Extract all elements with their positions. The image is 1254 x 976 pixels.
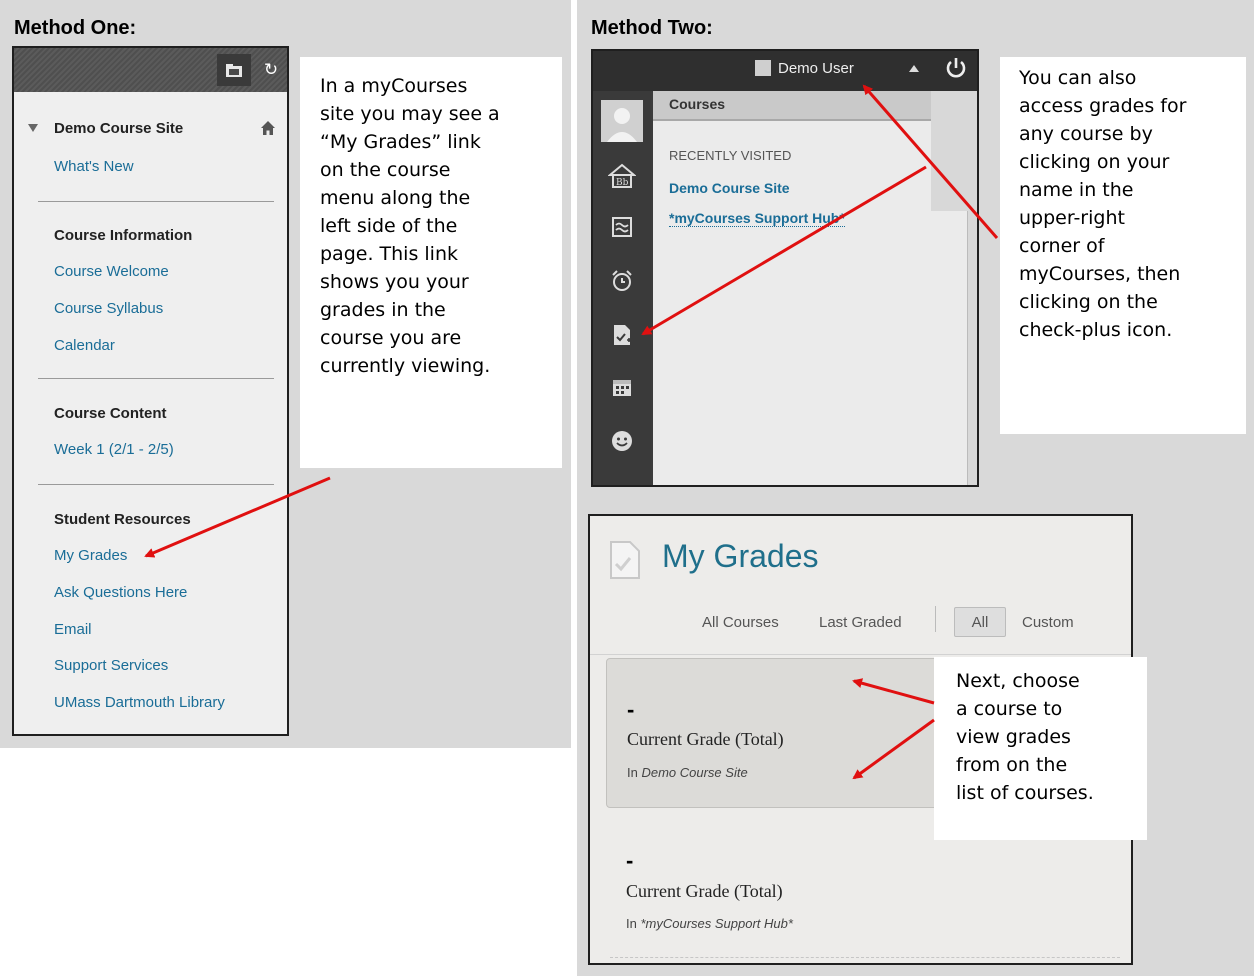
callout-line: site you may see a	[320, 103, 500, 125]
menu-item-whats-new[interactable]: What's New	[54, 158, 134, 175]
profile-avatar-icon[interactable]	[601, 100, 643, 142]
callout-line: corner of	[1019, 235, 1105, 257]
course-menu-toolbar: ↻	[14, 48, 287, 92]
menu-item-ask-questions[interactable]: Ask Questions Here	[54, 584, 187, 601]
callout-line: “My Grades” link	[320, 131, 481, 153]
callout-line: list of courses.	[956, 782, 1094, 804]
callout-line: from on the	[956, 754, 1068, 776]
global-nav-sidebar: Bb	[593, 91, 651, 485]
header-separator	[590, 654, 1131, 655]
grade-score: -	[627, 697, 635, 722]
user-name: Demo User	[778, 60, 854, 77]
logout-power-icon[interactable]	[939, 55, 975, 87]
section-heading-course-information: Course Information	[54, 227, 193, 244]
method-one-callout: In a myCourses site you may see a “My Gr…	[300, 57, 562, 468]
courses-dropdown: Courses RECENTLY VISITED Demo Course Sit…	[653, 91, 933, 485]
callout-line: shows you your	[320, 271, 469, 293]
grade-label: Current Grade (Total)	[626, 881, 783, 901]
grade-course-line: In Demo Course Site	[627, 765, 748, 780]
user-menu-button[interactable]: Demo User	[755, 51, 931, 91]
method-one-title: Method One:	[14, 17, 137, 39]
callout-line: menu along the	[320, 187, 471, 209]
menu-item-course-syllabus[interactable]: Course Syllabus	[54, 300, 163, 317]
dashed-separator	[610, 957, 1120, 958]
callout-line: clicking on your	[1019, 151, 1170, 173]
calendar-icon[interactable]	[601, 376, 643, 404]
next-step-callout: Next, choose a course to view grades fro…	[934, 657, 1147, 840]
grade-course-name: *myCourses Support Hub*	[640, 916, 793, 931]
my-grades-page-icon	[608, 540, 642, 585]
caret-up-icon	[909, 65, 919, 72]
callout-line: access grades for	[1019, 95, 1187, 117]
activity-stream-icon[interactable]	[601, 216, 643, 244]
check-plus-grades-icon[interactable]	[601, 323, 643, 353]
my-grades-title: My Grades	[662, 538, 819, 574]
callout-line: You can also	[1019, 67, 1137, 89]
recently-visited-label: RECENTLY VISITED	[669, 148, 792, 163]
section-heading-course-content: Course Content	[54, 405, 167, 422]
course-name[interactable]: Demo Course Site	[54, 120, 183, 137]
callout-line: page. This link	[320, 243, 459, 265]
callout-line: course you are	[320, 327, 462, 349]
callout-line: currently viewing.	[320, 355, 491, 377]
menu-item-calendar[interactable]: Calendar	[54, 337, 115, 354]
callout-line: name in the	[1019, 179, 1134, 201]
callout-line: clicking on the	[1019, 291, 1158, 313]
page-content-edge	[931, 211, 968, 485]
recent-course-link[interactable]: *myCourses Support Hub*	[669, 210, 845, 227]
alarm-clock-icon[interactable]	[601, 269, 643, 299]
collapse-triangle-icon[interactable]	[28, 124, 38, 132]
smiley-icon[interactable]	[601, 429, 643, 459]
callout-line: on the course	[320, 159, 451, 181]
filter-last-graded[interactable]: Last Graded	[819, 614, 902, 631]
callout-line: myCourses, then	[1019, 263, 1181, 285]
menu-item-support-services[interactable]: Support Services	[54, 657, 168, 674]
callout-line: upper-right	[1019, 207, 1125, 229]
section-heading-student-resources: Student Resources	[54, 511, 191, 528]
callout-line: In a myCourses	[320, 75, 468, 97]
filter-divider	[935, 606, 936, 632]
menu-divider	[38, 201, 274, 202]
method-two-callout: You can also access grades for any cours…	[1000, 57, 1246, 434]
menu-item-my-grades[interactable]: My Grades	[54, 547, 127, 564]
page-background-sliver	[931, 91, 977, 485]
grade-label: Current Grade (Total)	[627, 729, 784, 749]
home-icon[interactable]	[260, 120, 276, 141]
global-nav-screenshot: Demo User Bb Courses RECENTLY VISITED De…	[591, 49, 979, 487]
menu-divider	[38, 484, 274, 485]
filter-all-courses[interactable]: All Courses	[702, 614, 779, 631]
callout-line: check-plus icon.	[1019, 319, 1173, 341]
callout-line: grades in the	[320, 299, 446, 321]
course-menu: ↻ Demo Course Site What's New Course Inf…	[12, 46, 289, 736]
method-two-title: Method Two:	[591, 17, 713, 39]
callout-line: view grades	[956, 726, 1071, 748]
callout-line: Next, choose	[956, 670, 1080, 692]
svg-text:Bb: Bb	[616, 178, 629, 188]
callout-line: left side of the	[320, 215, 458, 237]
callout-line: a course to	[956, 698, 1063, 720]
callout-line: any course by	[1019, 123, 1153, 145]
grade-course-name: Demo Course Site	[641, 765, 748, 780]
menu-item-library[interactable]: UMass Dartmouth Library	[54, 694, 225, 711]
menu-item-email[interactable]: Email	[54, 621, 92, 638]
filter-custom[interactable]: Custom	[1022, 614, 1074, 631]
menu-divider	[38, 378, 274, 379]
recent-course-link[interactable]: Demo Course Site	[669, 180, 790, 196]
grade-score: -	[626, 848, 634, 873]
blackboard-home-icon[interactable]: Bb	[601, 163, 643, 195]
filter-all[interactable]: All	[954, 607, 1006, 637]
folder-view-icon[interactable]	[217, 54, 251, 86]
dropdown-header: Courses	[669, 96, 726, 112]
grade-course-line: In *myCourses Support Hub*	[626, 916, 793, 931]
menu-item-course-welcome[interactable]: Course Welcome	[54, 263, 169, 280]
user-avatar-icon	[755, 60, 771, 76]
menu-item-week-1[interactable]: Week 1 (2/1 - 2/5)	[54, 441, 174, 458]
refresh-icon[interactable]: ↻	[254, 54, 287, 86]
